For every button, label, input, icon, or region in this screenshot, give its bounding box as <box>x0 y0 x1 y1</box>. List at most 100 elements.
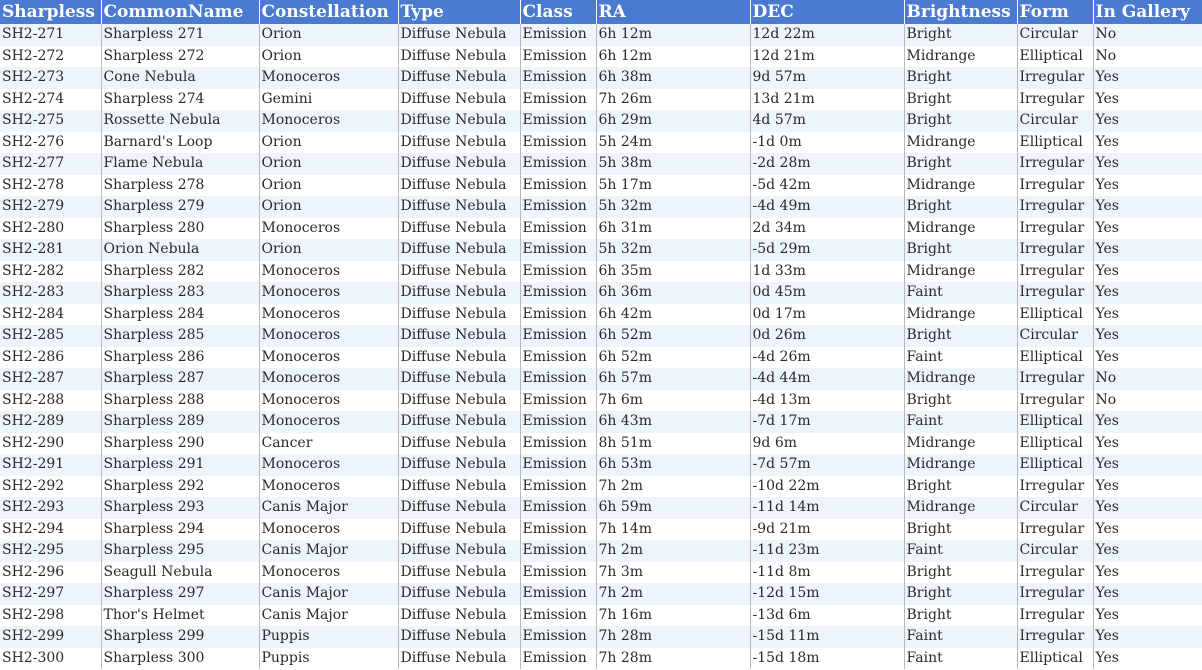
constellation-cell: Monoceros <box>259 475 399 497</box>
common-name-cell: Sharpless 272 <box>101 45 260 67</box>
common-name-cell: Sharpless 286 <box>101 346 260 368</box>
type-cell: Diffuse Nebula <box>398 583 521 605</box>
in-gallery-cell: Yes <box>1095 348 1120 365</box>
common-name-cell: Sharpless 299 <box>101 626 260 648</box>
column-header-brightness[interactable]: Brightness <box>904 0 1018 24</box>
form-cell: Circular <box>1017 497 1094 519</box>
in-gallery-cell: Yes <box>1095 649 1120 666</box>
table-row[interactable]: SH2-300 Sharpless 300 Puppis Diffuse Nebula… <box>0 647 1202 669</box>
dec-cell: 0d 26m <box>750 325 905 347</box>
sharpless-id-cell: SH2-279 <box>0 196 102 218</box>
table-row[interactable]: SH2-295 Sharpless 295 Canis Major Diffuse N… <box>0 540 1202 562</box>
column-header-sharpless[interactable]: Sharpless <box>0 0 102 24</box>
table-row[interactable]: SH2-287 Sharpless 287 Monoceros Diffuse Neb… <box>0 368 1202 390</box>
common-name-cell: Barnard's Loop <box>101 131 260 153</box>
table-row[interactable]: SH2-280 Sharpless 280 Monoceros Diffuse Neb… <box>0 217 1202 239</box>
brightness-cell: Midrange <box>904 303 1018 325</box>
constellation-cell: Canis Major <box>259 604 399 626</box>
type-cell: Diffuse Nebula <box>398 67 521 89</box>
table-row[interactable]: SH2-283 Sharpless 283 Monoceros Diffuse Neb… <box>0 282 1202 304</box>
in-gallery-cell: Yes <box>1095 542 1120 559</box>
table-row[interactable]: SH2-281 Orion Nebula Orion Diffuse Nebula Em… <box>0 239 1202 261</box>
common-name-cell: Seagull Nebula <box>101 561 260 583</box>
dec-cell: -4d 44m <box>750 368 905 390</box>
column-header-type[interactable]: Type <box>398 0 521 24</box>
ra-cell: 7h 2m <box>596 475 751 497</box>
table-row[interactable]: SH2-297 Sharpless 297 Canis Major Diffuse N… <box>0 583 1202 605</box>
column-header-class[interactable]: Class <box>520 0 597 24</box>
form-cell: Irregular <box>1017 88 1094 110</box>
type-cell: Diffuse Nebula <box>398 475 521 497</box>
form-cell: Irregular <box>1017 518 1094 540</box>
constellation-cell: Orion <box>259 174 399 196</box>
ra-cell: 7h 2m <box>596 540 751 562</box>
table-row[interactable]: SH2-276 Barnard's Loop Orion Diffuse Nebula… <box>0 131 1202 153</box>
ra-cell: 5h 24m <box>596 131 751 153</box>
table-row[interactable]: SH2-291 Sharpless 291 Monoceros Diffuse Neb… <box>0 454 1202 476</box>
in-gallery-cell: Yes <box>1095 262 1120 279</box>
column-header-in-gallery[interactable]: In Gallery <box>1093 0 1202 24</box>
common-name-cell: Sharpless 288 <box>101 389 260 411</box>
ra-cell: 7h 2m <box>596 583 751 605</box>
table-row[interactable]: SH2-298 Thor's Helmet Canis Major Diffuse N… <box>0 604 1202 626</box>
sharpless-id-cell: SH2-285 <box>0 325 102 347</box>
type-cell: Diffuse Nebula <box>398 432 521 454</box>
table-row[interactable]: SH2-299 Sharpless 299 Puppis Diffuse Nebula… <box>0 626 1202 648</box>
type-cell: Diffuse Nebula <box>398 88 521 110</box>
table-row[interactable]: SH2-278 Sharpless 278 Orion Diffuse Nebula E… <box>0 174 1202 196</box>
table-row[interactable]: SH2-288 Sharpless 288 Monoceros Diffuse Neb… <box>0 389 1202 411</box>
table-row[interactable]: SH2-277 Flame Nebula Orion Diffuse Nebula Em… <box>0 153 1202 175</box>
table-row[interactable]: SH2-282 Sharpless 282 Monoceros Diffuse Neb… <box>0 260 1202 282</box>
table-row[interactable]: SH2-271 Sharpless 271 Orion Diffuse Nebula E… <box>0 24 1202 46</box>
ra-cell: 6h 38m <box>596 67 751 89</box>
table-row[interactable]: SH2-293 Sharpless 293 Canis Major Diffuse N… <box>0 497 1202 519</box>
ra-cell: 6h 43m <box>596 411 751 433</box>
ra-cell: 7h 16m <box>596 604 751 626</box>
dec-cell: 4d 57m <box>750 110 905 132</box>
table-row[interactable]: SH2-292 Sharpless 292 Monoceros Diffuse Neb… <box>0 475 1202 497</box>
brightness-cell: Midrange <box>904 454 1018 476</box>
sharpless-id-cell: SH2-288 <box>0 389 102 411</box>
brightness-cell: Midrange <box>904 497 1018 519</box>
table-row[interactable]: SH2-285 Sharpless 285 Monoceros Diffuse Neb… <box>0 325 1202 347</box>
brightness-cell: Midrange <box>904 432 1018 454</box>
dec-cell: -15d 18m <box>750 647 905 669</box>
column-header-form[interactable]: Form <box>1017 0 1094 24</box>
in-gallery-cell: Yes <box>1095 477 1120 494</box>
dec-cell: 12d 22m <box>750 24 905 46</box>
constellation-cell: Monoceros <box>259 368 399 390</box>
table-row[interactable]: SH2-275 Rossette Nebula Monoceros Diffuse N… <box>0 110 1202 132</box>
common-name-cell: Sharpless 285 <box>101 325 260 347</box>
sharpless-id-cell: SH2-278 <box>0 174 102 196</box>
table-row[interactable]: SH2-294 Sharpless 294 Monoceros Diffuse Neb… <box>0 518 1202 540</box>
constellation-cell: Monoceros <box>259 260 399 282</box>
type-cell: Diffuse Nebula <box>398 626 521 648</box>
table-row[interactable]: SH2-279 Sharpless 279 Orion Diffuse Nebula E… <box>0 196 1202 218</box>
column-header-ra[interactable]: RA <box>596 0 751 24</box>
table-row[interactable]: SH2-290 Sharpless 290 Cancer Diffuse Nebula… <box>0 432 1202 454</box>
table-row[interactable]: SH2-273 Cone Nebula Monoceros Diffuse Nebul… <box>0 67 1202 89</box>
constellation-cell: Puppis <box>259 626 399 648</box>
type-cell: Diffuse Nebula <box>398 24 521 46</box>
table-row[interactable]: SH2-286 Sharpless 286 Monoceros Diffuse Neb… <box>0 346 1202 368</box>
table-row[interactable]: SH2-296 Seagull Nebula Monoceros Diffuse Ne… <box>0 561 1202 583</box>
common-name-cell: Sharpless 290 <box>101 432 260 454</box>
in-gallery-cell: Yes <box>1095 219 1120 236</box>
table-row[interactable]: SH2-284 Sharpless 284 Monoceros Diffuse Neb… <box>0 303 1202 325</box>
common-name-cell: Sharpless 293 <box>101 497 260 519</box>
in-gallery-cell: Yes <box>1095 241 1120 258</box>
ra-cell: 5h 32m <box>596 196 751 218</box>
table-row[interactable]: SH2-272 Sharpless 272 Orion Diffuse Nebula E… <box>0 45 1202 67</box>
table-row[interactable]: SH2-289 Sharpless 289 Monoceros Diffuse Neb… <box>0 411 1202 433</box>
table-row[interactable]: SH2-274 Sharpless 274 Gemini Diffuse Nebula… <box>0 88 1202 110</box>
column-header-dec[interactable]: DEC <box>750 0 905 24</box>
common-name-cell: Thor's Helmet <box>101 604 260 626</box>
column-header-constellation[interactable]: Constellation <box>259 0 399 24</box>
table-body: SH2-271 Sharpless 271 Orion Diffuse Nebula E… <box>0 24 1202 669</box>
column-header-common-name[interactable]: CommonName <box>101 0 260 24</box>
constellation-cell: Orion <box>259 131 399 153</box>
class-cell: Emission <box>520 239 597 261</box>
sharpless-id-cell: SH2-277 <box>0 153 102 175</box>
brightness-cell: Bright <box>904 561 1018 583</box>
brightness-cell: Bright <box>904 583 1018 605</box>
